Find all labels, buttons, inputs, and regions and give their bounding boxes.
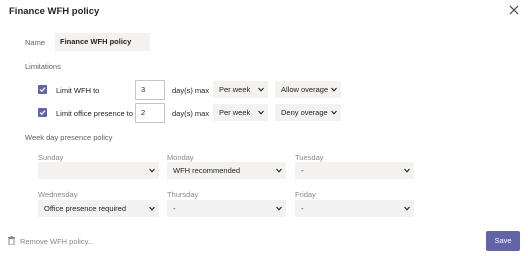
limit-wfh-unit: day(s) max <box>172 86 210 95</box>
remove-policy-link[interactable]: Remove WFH policy... <box>20 237 94 246</box>
day-label-sunday: Sunday <box>38 153 64 162</box>
day-label-wednesday: Wednesday <box>38 190 78 199</box>
limit-office-overage-value: Deny overage <box>281 108 328 117</box>
monday-value: WFH recommended <box>173 166 241 175</box>
limit-office-unit: day(s) max <box>172 109 210 118</box>
checkmark-icon <box>39 87 46 93</box>
limit-office-period-value: Per week <box>219 108 251 117</box>
dialog-title: Finance WFH policy <box>9 6 100 17</box>
limit-office-overage-select[interactable]: Deny overage <box>275 104 341 121</box>
limit-wfh-label: Limit WFH to <box>56 86 100 95</box>
monday-select[interactable]: WFH recommended <box>167 162 286 179</box>
chevron-down-icon <box>149 206 155 211</box>
limit-office-checkbox[interactable] <box>38 108 47 117</box>
thursday-select[interactable]: - <box>167 200 286 217</box>
chevron-down-icon <box>404 206 410 211</box>
close-icon[interactable] <box>508 4 520 16</box>
day-label-tuesday: Tuesday <box>295 153 324 162</box>
wednesday-value: Office presence required <box>44 204 126 213</box>
chevron-down-icon <box>149 168 155 173</box>
limit-office-period-select[interactable]: Per week <box>213 104 268 121</box>
limitations-heading: Limitations <box>25 62 61 71</box>
limit-wfh-days-input[interactable]: 3 <box>135 80 165 100</box>
chevron-down-icon <box>258 87 264 92</box>
day-label-friday: Friday <box>295 190 316 199</box>
chevron-down-icon <box>331 110 337 115</box>
limit-office-label: Limit office presence to <box>56 109 133 118</box>
limit-office-days-input[interactable]: 2 <box>135 103 165 123</box>
tuesday-value: - <box>301 166 304 175</box>
limit-wfh-checkbox[interactable] <box>38 85 47 94</box>
week-policy-heading: Week day presence policy <box>25 133 113 142</box>
name-label: Name <box>25 38 46 47</box>
chevron-down-icon <box>404 168 410 173</box>
friday-value: - <box>301 204 304 213</box>
day-label-monday: Monday <box>167 153 194 162</box>
thursday-value: - <box>173 204 176 213</box>
friday-select[interactable]: - <box>295 200 414 217</box>
tuesday-select[interactable]: - <box>295 162 414 179</box>
limit-wfh-overage-select[interactable]: Allow overage <box>275 81 341 98</box>
trash-icon <box>8 236 15 245</box>
checkmark-icon <box>39 110 46 116</box>
day-label-thursday: Thursday <box>167 190 199 199</box>
chevron-down-icon <box>258 110 264 115</box>
limit-wfh-period-value: Per week <box>219 85 251 94</box>
policy-name-input[interactable]: Finance WFH policy <box>55 33 150 51</box>
sunday-select[interactable] <box>38 162 159 179</box>
wednesday-select[interactable]: Office presence required <box>38 200 159 217</box>
limit-wfh-period-select[interactable]: Per week <box>213 81 268 98</box>
chevron-down-icon <box>276 206 282 211</box>
limit-wfh-overage-value: Allow overage <box>281 85 329 94</box>
save-button[interactable]: Save <box>486 231 520 251</box>
chevron-down-icon <box>276 168 282 173</box>
chevron-down-icon <box>331 87 337 92</box>
